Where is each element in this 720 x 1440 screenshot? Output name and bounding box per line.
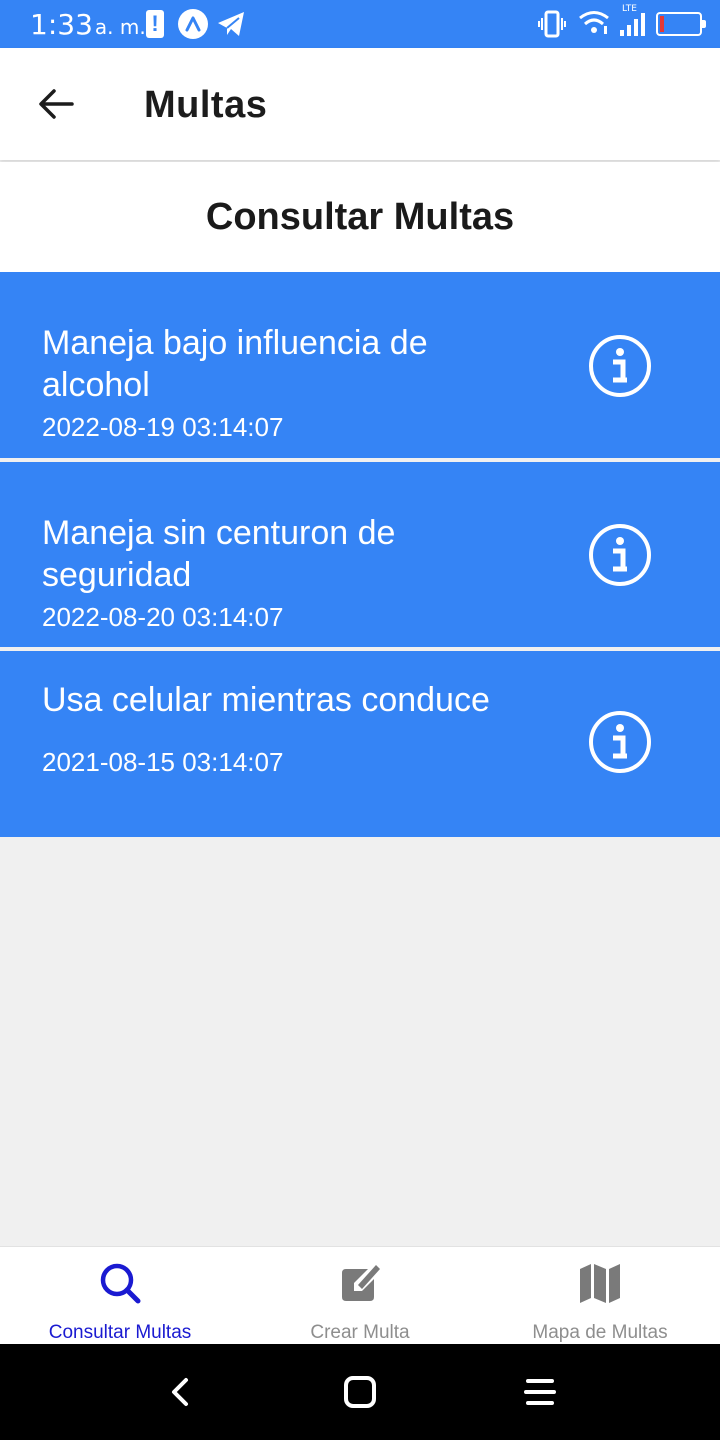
- list-item[interactable]: Maneja bajo influencia de alcohol 2022-0…: [0, 272, 720, 458]
- list-item[interactable]: Maneja sin centuron de seguridad 2022-08…: [0, 462, 720, 647]
- info-icon: [589, 524, 651, 586]
- back-nav-icon[interactable]: [160, 1372, 200, 1412]
- info-icon: [589, 335, 651, 397]
- info-icon: [589, 711, 651, 773]
- tab-crear-multa[interactable]: Crear Multa: [240, 1247, 480, 1345]
- tab-label: Mapa de Multas: [532, 1322, 668, 1343]
- fine-title: Maneja bajo influencia de alcohol: [42, 324, 428, 404]
- info-button[interactable]: [588, 334, 652, 398]
- network-type: LTE: [622, 4, 637, 14]
- wifi-icon: [578, 9, 610, 42]
- status-time: 1:33 a. m.: [30, 8, 146, 41]
- fine-date: 2022-08-20 03:14:07: [42, 602, 284, 632]
- battery-icon: [656, 12, 706, 36]
- info-button[interactable]: [588, 710, 652, 774]
- map-icon: [580, 1264, 620, 1303]
- back-button[interactable]: [20, 78, 92, 130]
- section-title: Consultar Multas: [205, 196, 515, 238]
- arrow-left-icon: [39, 89, 74, 119]
- section-header: Consultar Multas: [0, 162, 720, 272]
- status-bar: 1:33a. m. LTE: [0, 0, 720, 48]
- telegram-icon: [216, 10, 246, 43]
- app-header: Multas: [0, 48, 720, 160]
- home-nav-icon[interactable]: [340, 1372, 380, 1412]
- tab-consultar-multas[interactable]: Consultar Multas: [0, 1247, 240, 1345]
- menu-nav-icon[interactable]: [520, 1372, 560, 1412]
- search-icon: [100, 1263, 141, 1304]
- fine-title: Maneja sin centuron de seguridad: [42, 514, 396, 594]
- tab-bar: Consultar Multas Crear Multa Mapa de Mul…: [0, 1246, 720, 1344]
- navigation-bar: [0, 1344, 720, 1440]
- tab-mapa-de-multas[interactable]: Mapa de Multas: [480, 1247, 720, 1345]
- tab-label: Crear Multa: [310, 1322, 410, 1343]
- signal-icon: LTE: [618, 4, 646, 43]
- fine-date: 2021-08-15 03:14:07: [42, 747, 284, 777]
- status-clock: 1:33: [30, 8, 93, 41]
- tab-label: Consultar Multas: [48, 1322, 192, 1343]
- fines-list: Maneja bajo influencia de alcohol 2022-0…: [0, 272, 720, 837]
- fine-title: Usa celular mientras conduce: [42, 681, 490, 719]
- fine-date: 2022-08-19 03:14:07: [42, 412, 284, 442]
- edit-icon: [342, 1265, 380, 1301]
- vibrate-icon: [538, 10, 566, 43]
- expo-icon: [178, 9, 208, 39]
- alert-icon: [146, 10, 164, 38]
- list-item[interactable]: Usa celular mientras conduce 2021-08-15 …: [0, 651, 720, 837]
- page-title: Multas: [144, 84, 268, 126]
- status-ampm: a. m.: [94, 15, 146, 39]
- battery-level: [660, 16, 664, 32]
- info-button[interactable]: [588, 523, 652, 587]
